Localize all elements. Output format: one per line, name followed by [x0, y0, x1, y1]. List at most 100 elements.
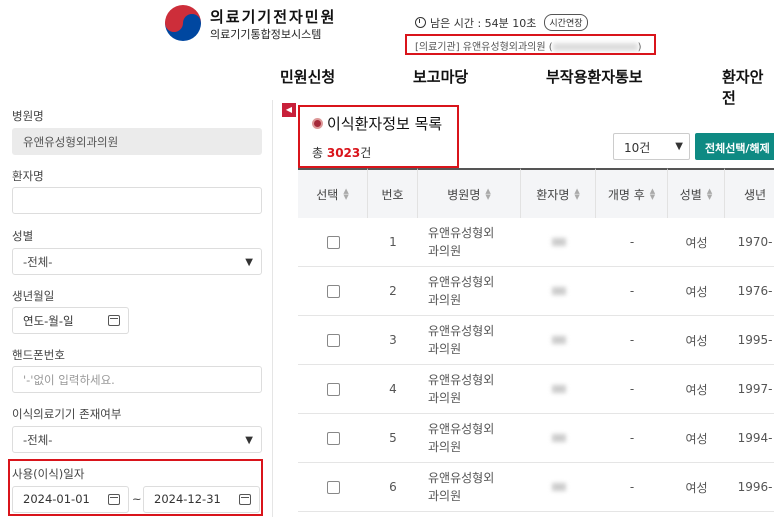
- row-checkbox-cell[interactable]: [298, 218, 368, 267]
- row-renamed: -: [596, 267, 668, 316]
- row-renamed: -: [596, 218, 668, 267]
- birth-label: 생년월일: [12, 289, 55, 303]
- sort-icon: ▲ ▼: [485, 187, 491, 201]
- row-checkbox[interactable]: [326, 284, 340, 298]
- column-header: 번호: [368, 168, 418, 218]
- use-date-label: 사용(이식)일자: [12, 467, 85, 481]
- phone-label: 핸드폰번호: [12, 348, 65, 362]
- redacted-name: [551, 483, 566, 491]
- government-logo[interactable]: [165, 5, 201, 41]
- birth-date-input[interactable]: 연도-월-일: [12, 307, 129, 334]
- row-hospital[interactable]: 유앤유성형외 과의원: [418, 218, 521, 267]
- column-header[interactable]: 병원명 ▲ ▼: [418, 168, 521, 218]
- row-checkbox[interactable]: [326, 333, 340, 347]
- main-navigation: 민원신청 보고마당 부작용환자통보 환자안전: [0, 64, 774, 107]
- row-patient-name[interactable]: [521, 218, 596, 267]
- row-number: 4: [368, 365, 418, 414]
- column-header[interactable]: 선택 ▲ ▼: [298, 168, 368, 218]
- row-birth: 1970-: [725, 218, 774, 267]
- clock-icon: [415, 17, 426, 28]
- sort-icon: ▲ ▼: [343, 187, 349, 201]
- row-checkbox-cell[interactable]: [298, 267, 368, 316]
- row-number: 5: [368, 414, 418, 463]
- row-patient-name[interactable]: [521, 463, 596, 512]
- sort-icon: ▲ ▼: [706, 187, 713, 201]
- gender-select[interactable]: -전체- ▼: [12, 248, 262, 275]
- collapse-sidebar-button[interactable]: ◀: [282, 103, 296, 117]
- chevron-down-icon: ▼: [245, 257, 253, 268]
- row-checkbox[interactable]: [326, 382, 340, 396]
- column-header[interactable]: 성별 ▲ ▼: [668, 168, 725, 218]
- row-patient-name[interactable]: [521, 414, 596, 463]
- row-renamed: -: [596, 365, 668, 414]
- redacted-name: [551, 385, 566, 393]
- row-checkbox-cell[interactable]: [298, 463, 368, 512]
- calendar-icon[interactable]: [108, 315, 120, 326]
- nav-civil-application[interactable]: 민원신청: [280, 66, 335, 87]
- sort-icon: ▲ ▼: [574, 187, 580, 201]
- row-checkbox[interactable]: [326, 480, 340, 494]
- use-date-to[interactable]: 2024-12-31: [143, 486, 260, 513]
- nav-adverse-event[interactable]: 부작용환자통보: [546, 66, 643, 87]
- use-date-from[interactable]: 2024-01-01: [12, 486, 129, 513]
- calendar-icon[interactable]: [239, 494, 251, 505]
- per-page-select[interactable]: 10건 ▼: [613, 133, 690, 160]
- implant-device-select[interactable]: -전체- ▼: [12, 426, 262, 453]
- select-all-button[interactable]: 전체선택/해제: [695, 133, 774, 160]
- site-title[interactable]: 의료기기전자민원: [210, 6, 336, 27]
- bullet-icon: [312, 118, 323, 129]
- row-number: 2: [368, 267, 418, 316]
- redacted-name: [551, 238, 566, 246]
- column-header[interactable]: 생년: [725, 168, 774, 218]
- row-hospital[interactable]: 유앤유성형외 과의원: [418, 463, 521, 512]
- row-gender: 여성: [668, 463, 725, 512]
- row-patient-name[interactable]: [521, 267, 596, 316]
- row-hospital[interactable]: 유앤유성형외 과의원: [418, 267, 521, 316]
- sidebar-divider: [272, 100, 273, 517]
- chevron-down-icon: ▼: [675, 141, 683, 152]
- sort-icon: ▲ ▼: [649, 187, 656, 201]
- row-hospital[interactable]: 유앤유성형외 과의원: [418, 365, 521, 414]
- row-birth: 1996-: [725, 463, 774, 512]
- column-header[interactable]: 개명 후 ▲ ▼: [596, 168, 668, 218]
- row-patient-name[interactable]: [521, 316, 596, 365]
- total-count: 총 3023건: [312, 146, 372, 160]
- row-patient-name[interactable]: [521, 365, 596, 414]
- row-checkbox-cell[interactable]: [298, 316, 368, 365]
- column-header[interactable]: 환자명 ▲ ▼: [521, 168, 596, 218]
- extend-session-button[interactable]: 시간연장: [544, 14, 588, 31]
- row-gender: 여성: [668, 316, 725, 365]
- hospital-label: 병원명: [12, 109, 44, 123]
- hospital-field: 유앤유성형외과의원: [12, 128, 262, 155]
- redacted-name: [551, 336, 566, 344]
- row-checkbox-cell[interactable]: [298, 365, 368, 414]
- remaining-time: 남은 시간 : 54분 10초: [430, 16, 537, 30]
- row-hospital[interactable]: 유앤유성형외 과의원: [418, 414, 521, 463]
- row-number: 6: [368, 463, 418, 512]
- date-separator: ~: [132, 492, 142, 506]
- row-gender: 여성: [668, 414, 725, 463]
- row-hospital[interactable]: 유앤유성형외 과의원: [418, 316, 521, 365]
- row-birth: 1997-: [725, 365, 774, 414]
- row-checkbox-cell[interactable]: [298, 414, 368, 463]
- nav-patient-safety[interactable]: 환자안전: [722, 66, 774, 108]
- gender-label: 성별: [12, 229, 34, 243]
- redacted-info: [552, 43, 638, 51]
- site-subtitle: 의료기기통합정보시스템: [210, 28, 322, 41]
- row-renamed: -: [596, 316, 668, 365]
- session-timer: 남은 시간 : 54분 10초 시간연장: [415, 14, 588, 31]
- redacted-name: [551, 287, 566, 295]
- row-checkbox[interactable]: [326, 431, 340, 445]
- row-gender: 여성: [668, 365, 725, 414]
- row-birth: 1994-: [725, 414, 774, 463]
- calendar-icon[interactable]: [108, 494, 120, 505]
- row-checkbox[interactable]: [326, 235, 340, 249]
- organization-label: [의료기관] 유앤유성형외과의원 (: [415, 42, 553, 53]
- row-renamed: -: [596, 414, 668, 463]
- patient-name-input[interactable]: [12, 187, 262, 214]
- nav-report[interactable]: 보고마당: [413, 66, 468, 87]
- row-renamed: -: [596, 463, 668, 512]
- row-birth: 1976-: [725, 267, 774, 316]
- row-gender: 여성: [668, 267, 725, 316]
- phone-input[interactable]: '-'없이 입력하세요.: [12, 366, 262, 393]
